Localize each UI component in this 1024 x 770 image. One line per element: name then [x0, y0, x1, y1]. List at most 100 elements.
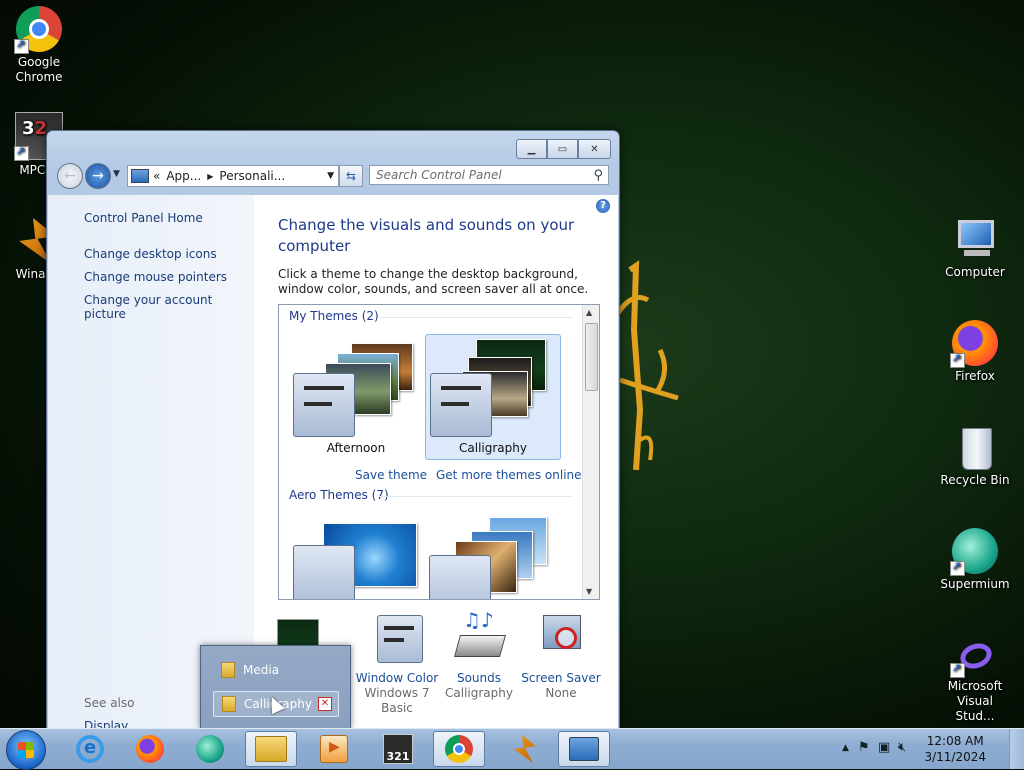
- taskbar-google-chrome[interactable]: [433, 731, 485, 767]
- folder-icon: [221, 662, 235, 678]
- recycle-bin-icon: [952, 424, 998, 470]
- theme-afternoon[interactable]: Afternoon: [289, 335, 423, 459]
- taskbar-control-panel[interactable]: [558, 731, 610, 767]
- desktop-icon-label: Microsoft Visual Stud...: [947, 679, 1003, 723]
- desktop-icon-visual-studio[interactable]: Microsoft Visual Stud...: [936, 639, 1014, 724]
- firefox-icon: [136, 735, 164, 763]
- change-mouse-pointers-link[interactable]: Change mouse pointers: [84, 270, 227, 284]
- screen-saver-value: None: [545, 686, 577, 700]
- window-color-item[interactable]: Window Color Windows 7 Basic: [354, 613, 440, 716]
- taskbar-supermium[interactable]: [184, 731, 236, 767]
- theme-window-preview: [293, 373, 355, 437]
- forward-button[interactable]: →: [85, 163, 111, 189]
- taskbar-internet-explorer[interactable]: e: [64, 731, 116, 767]
- taskbar-windows-explorer[interactable]: [245, 731, 297, 767]
- start-button[interactable]: [6, 730, 46, 770]
- desktop-icon-label: Computer: [945, 265, 1005, 279]
- close-button[interactable]: ✕: [578, 139, 611, 159]
- show-desktop-button[interactable]: [1009, 729, 1024, 769]
- jump-list-item-media[interactable]: Media: [213, 658, 337, 682]
- supermium-icon: [196, 735, 224, 763]
- control-panel-icon: [131, 169, 149, 183]
- group-divider: [379, 496, 573, 497]
- theme-window-preview: [430, 373, 492, 437]
- close-icon[interactable]: ✕: [318, 697, 332, 711]
- clock-date: 3/11/2024: [924, 750, 986, 764]
- themes-list: My Themes (2) Afternoon Calligraphy Save…: [278, 304, 600, 600]
- theme-window-preview: [429, 555, 491, 599]
- theme-calligraphy[interactable]: Calligraphy: [425, 334, 561, 460]
- search-icon[interactable]: ⚲: [593, 168, 603, 183]
- scrollbar-thumb[interactable]: [585, 323, 598, 391]
- scroll-down-icon[interactable]: ▼: [586, 587, 592, 596]
- desktop-icon-google-chrome[interactable]: Google Chrome: [0, 6, 78, 85]
- themes-scrollbar[interactable]: ▲ ▼: [582, 305, 599, 599]
- taskbar-mpc-hc[interactable]: 321: [372, 731, 424, 767]
- theme-name: Calligraphy: [459, 441, 527, 455]
- control-panel-icon: [569, 737, 599, 761]
- screen-saver-label: Screen Saver: [521, 671, 601, 685]
- window-color-value: Windows 7 Basic: [364, 686, 430, 715]
- clock-time: 12:08 AM: [926, 734, 984, 748]
- page-description: Click a theme to change the desktop back…: [278, 267, 589, 296]
- winamp-icon: [513, 735, 536, 763]
- volume-muted-icon[interactable]: 🔇︎: [898, 740, 906, 755]
- theme-aero-windows7[interactable]: [289, 517, 423, 599]
- control-panel-home-link[interactable]: Control Panel Home: [84, 211, 203, 225]
- desktop-icon-recycle-bin[interactable]: Recycle Bin: [936, 424, 1014, 488]
- help-icon[interactable]: ?: [596, 199, 610, 213]
- media-player-icon: ▶: [320, 735, 348, 763]
- maximize-button[interactable]: ▭: [547, 139, 578, 159]
- refresh-icon: ⇆: [345, 169, 357, 183]
- mpc-hc-icon: 321: [383, 734, 413, 764]
- theme-name: Afternoon: [326, 441, 386, 455]
- save-theme-link[interactable]: Save theme: [355, 468, 427, 482]
- network-icon[interactable]: ▣: [878, 740, 890, 755]
- jump-list-item-label: Media: [243, 663, 280, 677]
- sounds-item[interactable]: ♫♪ Sounds Calligraphy: [436, 610, 522, 701]
- theme-aero-architecture[interactable]: [425, 517, 559, 599]
- desktop-icon-label: Google Chrome: [15, 55, 63, 84]
- notification-area: ▲ ⚑ ▣ 🔇︎ 12:08 AM 3/11/2024: [834, 729, 1024, 769]
- show-hidden-icons-button[interactable]: ▲: [842, 743, 849, 753]
- breadcrumb-appearance[interactable]: App...: [166, 169, 201, 183]
- chrome-icon: [445, 735, 473, 763]
- taskbar-winamp[interactable]: [496, 731, 548, 767]
- recent-pages-dropdown[interactable]: ▼: [113, 169, 120, 179]
- taskbar-media-player[interactable]: ▶: [308, 731, 360, 767]
- address-dropdown-icon[interactable]: ▼: [327, 171, 334, 181]
- page-title: Change the visuals and sounds on your co…: [278, 216, 575, 255]
- desktop-icon-label: Supermium: [940, 577, 1010, 591]
- chrome-icon: [14, 6, 62, 54]
- sounds-value: Calligraphy: [445, 686, 513, 700]
- theme-window-preview: [293, 545, 355, 599]
- taskbar-firefox[interactable]: [124, 731, 176, 767]
- folder-icon: [222, 696, 236, 712]
- desktop-icon-supermium[interactable]: Supermium: [936, 528, 1014, 592]
- search-input[interactable]: Search Control Panel ⚲: [369, 165, 609, 185]
- navigation-bar: ← → ▼ « App... ▶ Personali... ▼ ⇆ Search…: [55, 163, 611, 189]
- my-themes-heading: My Themes (2): [289, 309, 379, 323]
- action-center-flag-icon[interactable]: ⚑: [858, 740, 870, 755]
- address-bar[interactable]: « App... ▶ Personali... ▼: [127, 165, 339, 187]
- breadcrumb-personalization[interactable]: Personali...: [219, 169, 285, 183]
- desktop-icon-computer[interactable]: Computer: [936, 216, 1014, 280]
- change-desktop-icons-link[interactable]: Change desktop icons: [84, 247, 217, 261]
- back-button[interactable]: ←: [57, 163, 83, 189]
- refresh-button[interactable]: ⇆: [339, 165, 363, 187]
- scroll-up-icon[interactable]: ▲: [586, 308, 592, 317]
- group-divider: [379, 317, 573, 318]
- minimize-button[interactable]: ▁: [516, 139, 547, 159]
- explorer-jump-list: Media Calligraphy ✕: [200, 645, 351, 729]
- maximize-icon: ▭: [557, 143, 568, 155]
- clock[interactable]: 12:08 AM 3/11/2024: [924, 733, 986, 765]
- window-color-label: Window Color: [355, 671, 439, 685]
- forward-arrow-icon: →: [92, 168, 104, 184]
- desktop-icon-firefox[interactable]: Firefox: [936, 320, 1014, 384]
- address-overflow[interactable]: «: [153, 169, 160, 183]
- change-account-picture-link[interactable]: Change your account picture: [84, 293, 254, 321]
- visual-studio-icon: [950, 639, 998, 678]
- get-more-themes-link[interactable]: Get more themes online: [436, 468, 582, 482]
- screen-saver-item[interactable]: Screen Saver None: [518, 613, 604, 701]
- see-also-heading: See also: [84, 696, 135, 710]
